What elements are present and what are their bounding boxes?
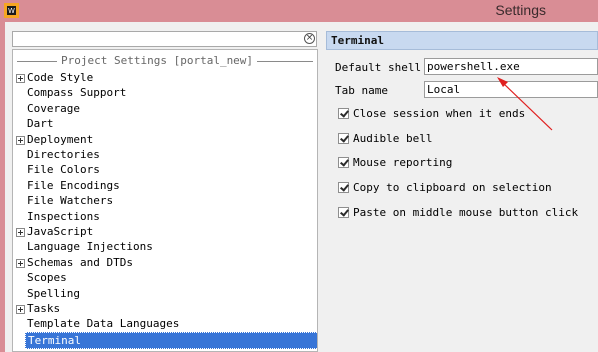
tree-item-label: Compass Support <box>27 86 127 100</box>
tree-item[interactable]: JavaScript <box>13 224 317 240</box>
tree-item-label: Language Injections <box>27 240 153 254</box>
checkbox-label: Copy to clipboard on selection <box>353 181 552 194</box>
default-shell-label: Default shell <box>335 61 422 74</box>
window-title: Settings <box>495 2 546 18</box>
clear-search-icon[interactable]: × <box>304 33 315 44</box>
checkbox-label: Mouse reporting <box>353 156 453 169</box>
tree-item-label: File Colors <box>27 163 100 177</box>
title-bar: W Settings <box>0 0 598 22</box>
tree-item[interactable]: Schemas and DTDs <box>13 255 317 271</box>
tree-item-label: File Encodings <box>27 178 120 192</box>
app-icon: W <box>4 3 19 18</box>
tree-item-label: Scopes <box>27 271 67 285</box>
checkbox-label: Paste on middle mouse button click <box>353 206 579 219</box>
settings-left-pane: × Project Settings [portal_new] Code Sty… <box>10 31 318 352</box>
default-shell-input[interactable]: powershell.exe <box>424 58 598 75</box>
tree-item[interactable]: Spelling <box>13 286 317 302</box>
tree-item-label: Spelling <box>27 286 80 300</box>
tree-item[interactable]: Inspections <box>13 209 317 225</box>
tree-item[interactable]: Directories <box>13 147 317 163</box>
tree-item-label: File Watchers <box>27 194 114 208</box>
group-line-left <box>17 61 57 62</box>
panel-header: Terminal <box>326 31 598 50</box>
tree-item[interactable]: Dart <box>13 116 317 132</box>
tree-item-label: Inspections <box>27 209 100 223</box>
tree-item[interactable]: File Encodings <box>13 178 317 194</box>
tree-group-title: Project Settings [portal_new] <box>13 54 317 68</box>
tree-item[interactable]: File Colors <box>13 162 317 178</box>
svg-text:W: W <box>8 7 15 15</box>
settings-tree: Project Settings [portal_new] Code Style… <box>12 49 318 352</box>
tree-item[interactable]: Template Data Languages <box>13 316 317 332</box>
tree-expand-plus-icon[interactable] <box>16 305 25 314</box>
tree-item-label: Template Data Languages <box>27 317 180 331</box>
checkbox-label: Close session when it ends <box>353 107 526 120</box>
tree-item-label: Tasks <box>27 302 61 315</box>
tree-item[interactable]: Language Injections <box>13 239 317 255</box>
tree-item-label: Directories <box>27 148 100 161</box>
tree-item-label: Code Style <box>27 71 94 84</box>
checkbox-label: Audible bell <box>353 132 433 145</box>
tree-item-label: Dart <box>27 117 54 131</box>
tree-item[interactable]: Deployment <box>13 132 317 148</box>
tree-item-label: Coverage <box>27 101 80 115</box>
tree-expand-plus-icon[interactable] <box>16 258 25 268</box>
tree-item[interactable]: Scopes <box>13 270 317 286</box>
tree-item[interactable]: Code Style <box>13 70 317 86</box>
tab-name-label: Tab name <box>335 84 388 97</box>
tree-expand-plus-icon[interactable] <box>16 228 25 237</box>
group-title-text: Project Settings [portal_new] <box>59 54 256 67</box>
checkbox-check-icon[interactable] <box>338 133 349 144</box>
tree-item[interactable]: Compass Support <box>13 85 317 101</box>
settings-right-pane: Terminal Default shell powershell.exe Ta… <box>326 31 598 352</box>
tree-item-label: Deployment <box>27 132 94 146</box>
tree-item-label: Schemas and DTDs <box>27 255 133 269</box>
tree-item[interactable]: Tasks <box>13 301 317 317</box>
checkbox-check-icon[interactable] <box>338 182 349 193</box>
tree-item[interactable]: Coverage <box>13 101 317 117</box>
tree-item-label: Terminal <box>25 331 317 349</box>
checkbox-check-icon[interactable] <box>338 207 349 218</box>
group-line-right <box>257 61 313 62</box>
checkbox-check-icon[interactable] <box>338 108 349 119</box>
tree-item[interactable]: Terminal <box>13 331 317 349</box>
pane-splitter[interactable] <box>318 31 326 352</box>
tree-item-label: JavaScript <box>27 225 94 238</box>
tab-name-input[interactable]: Local <box>424 81 598 98</box>
search-input[interactable] <box>12 31 317 47</box>
tree-item[interactable]: File Watchers <box>13 193 317 209</box>
tree-expand-plus-icon[interactable] <box>16 135 25 145</box>
checkbox-check-icon[interactable] <box>338 157 349 168</box>
tree-expand-plus-icon[interactable] <box>16 74 25 83</box>
